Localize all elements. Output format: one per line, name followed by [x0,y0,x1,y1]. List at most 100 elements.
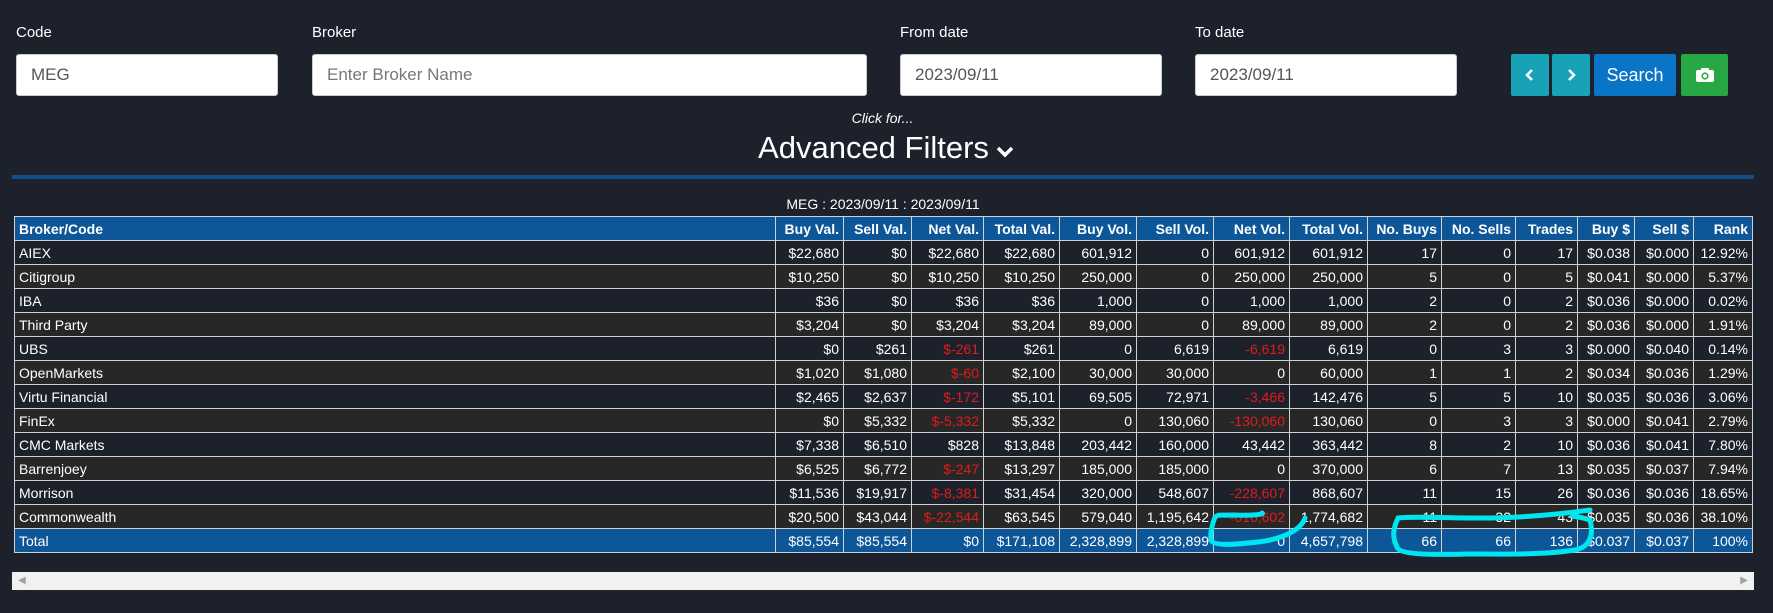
table-row[interactable]: FinEx $0 $5,332 $-5,332 $5,332 0 130,060 -130,0… [14,408,1753,433]
table-cell: 250,000 [1289,264,1368,289]
table-cell: 320,000 [1059,480,1137,505]
from-date-input[interactable] [900,54,1162,96]
column-header[interactable]: Sell Vol. [1136,216,1214,241]
search-button[interactable]: Search [1594,54,1676,96]
table-cell: 0 [1136,240,1214,265]
table-cell: $0.036 [1634,360,1694,385]
table-cell: $22,680 [983,240,1060,265]
table-cell: 250,000 [1059,264,1137,289]
next-date-button[interactable] [1552,54,1590,96]
table-cell: $0 [843,264,912,289]
broker-name-cell: FinEx [14,408,776,433]
table-row[interactable]: Citigroup $10,250 $0 $10,250 $10,250 250,000 0… [14,264,1753,289]
column-header[interactable]: Trades [1515,216,1578,241]
table-cell: 370,000 [1289,456,1368,481]
table-cell: 5 [1441,384,1516,409]
prev-date-button[interactable] [1511,54,1549,96]
column-header[interactable]: Total Vol. [1289,216,1368,241]
table-cell: 2 [1367,288,1442,313]
table-cell: $36 [911,288,984,313]
table-cell: $31,454 [983,480,1060,505]
table-cell: 69,505 [1059,384,1137,409]
table-row[interactable]: Barrenjoey $6,525 $6,772 $-247 $13,297 185,00… [14,456,1753,481]
table-cell: 60,000 [1289,360,1368,385]
table-row[interactable]: AIEX $22,680 $0 $22,680 $22,680 601,912 0 601,9… [14,240,1753,265]
table-cell: 5 [1515,264,1578,289]
broker-name-cell: Third Party [14,312,776,337]
table-row[interactable]: IBA $36 $0 $36 $36 1,000 0 1,000 1,000 2 0 2 $0.036 $… [14,288,1753,313]
table-cell: $3,204 [911,312,984,337]
table-cell: 89,000 [1059,312,1137,337]
column-header[interactable]: Rank [1693,216,1753,241]
table-cell: $19,917 [843,480,912,505]
broker-name-cell: UBS [14,336,776,361]
table-cell: 0 [1441,240,1516,265]
column-header[interactable]: Net Vol. [1213,216,1290,241]
column-header[interactable]: Sell Val. [843,216,912,241]
table-cell: 1,774,682 [1289,504,1368,529]
advanced-filters-toggle[interactable]: Advanced Filters [0,130,1773,168]
table-cell: 185,000 [1136,456,1214,481]
table-cell: 3.06% [1693,384,1753,409]
table-cell: 0 [1213,360,1290,385]
table-cell: 1,195,642 [1136,504,1214,529]
table-cell: $-8,381 [911,480,984,505]
table-row[interactable]: Third Party $3,204 $0 $3,204 $3,204 89,000 0 89… [14,312,1753,337]
broker-label: Broker [312,24,357,41]
table-row[interactable]: Morrison $11,536 $19,917 $-8,381 $31,454 320,… [14,480,1753,505]
column-header[interactable]: Buy Vol. [1059,216,1137,241]
table-cell: 0 [1136,288,1214,313]
table-cell: -228,607 [1213,480,1290,505]
table-cell: 2 [1441,432,1516,457]
column-header[interactable]: Broker/Code [14,216,776,241]
table-cell: 3 [1441,408,1516,433]
screenshot-button[interactable] [1681,54,1728,96]
column-header[interactable]: Total Val. [983,216,1060,241]
total-cell: $0.037 [1577,528,1635,553]
broker-input[interactable] [312,54,867,96]
column-header[interactable]: Buy Val. [775,216,844,241]
table-cell: $0.000 [1577,408,1635,433]
to-date-input[interactable] [1195,54,1457,96]
chevron-right-icon [1568,69,1576,81]
column-header[interactable]: No. Buys [1367,216,1442,241]
total-cell: 66 [1441,528,1516,553]
horizontal-scrollbar[interactable]: ◀ ▶ [12,572,1754,590]
total-cell: Total [14,528,776,553]
broker-name-cell: Commonwealth [14,504,776,529]
table-cell: -6,619 [1213,336,1290,361]
table-cell: 0 [1441,288,1516,313]
broker-name-cell: Virtu Financial [14,384,776,409]
table-cell: 89,000 [1289,312,1368,337]
table-cell: $2,637 [843,384,912,409]
code-input[interactable] [16,54,278,96]
table-row[interactable]: OpenMarkets $1,020 $1,080 $-60 $2,100 30,000 3… [14,360,1753,385]
table-cell: -3,466 [1213,384,1290,409]
table-cell: $0.036 [1577,480,1635,505]
scroll-left-icon[interactable]: ◀ [18,575,26,586]
broker-name-cell: Citigroup [14,264,776,289]
table-row[interactable]: Commonwealth $20,500 $43,044 $-22,544 $63,54… [14,504,1753,529]
column-header[interactable]: Net Val. [911,216,984,241]
table-cell: $0.036 [1577,432,1635,457]
table-cell: 5 [1367,384,1442,409]
table-cell: $0.000 [1634,264,1694,289]
table-cell: 1,000 [1213,288,1290,313]
table-cell: 130,060 [1136,408,1214,433]
table-cell: $10,250 [911,264,984,289]
table-cell: 6 [1367,456,1442,481]
column-header[interactable]: Sell $ [1634,216,1694,241]
table-row[interactable]: CMC Markets $7,338 $6,510 $828 $13,848 203,44… [14,432,1753,457]
table-row[interactable]: UBS $0 $261 $-261 $261 0 6,619 -6,619 6,619 0 3 3 $0… [14,336,1753,361]
table-cell: 0 [1441,264,1516,289]
scroll-right-icon[interactable]: ▶ [1740,575,1748,586]
table-cell: $1,080 [843,360,912,385]
section-divider [12,175,1754,179]
table-row[interactable]: Virtu Financial $2,465 $2,637 $-172 $5,101 69… [14,384,1753,409]
column-header[interactable]: Buy $ [1577,216,1635,241]
table-cell: $6,510 [843,432,912,457]
table-cell: $22,680 [911,240,984,265]
table-cell: $36 [983,288,1060,313]
column-header[interactable]: No. Sells [1441,216,1516,241]
table-cell: 5.37% [1693,264,1753,289]
